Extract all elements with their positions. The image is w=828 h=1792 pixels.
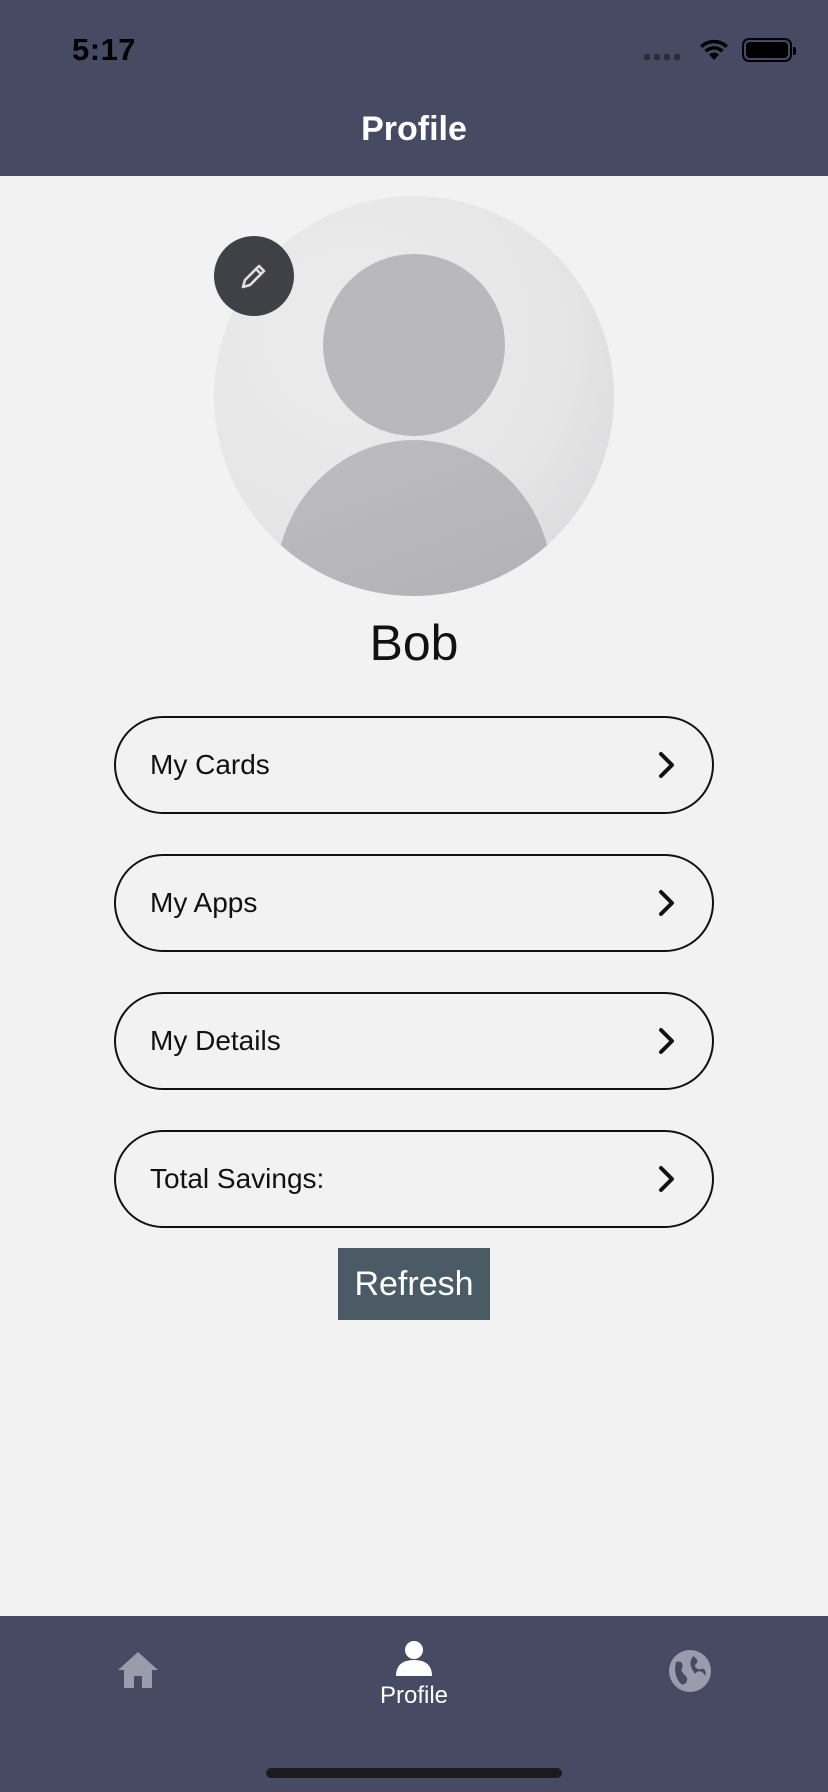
wifi-icon (700, 39, 728, 60)
status-icons (644, 36, 796, 64)
my-apps-button[interactable]: My Apps (114, 854, 714, 952)
avatar-body-shape (276, 440, 552, 596)
home-icon (118, 1652, 158, 1688)
pencil-icon (241, 264, 266, 289)
chevron-right-icon (659, 890, 674, 916)
menu-item-label: My Details (150, 1025, 281, 1056)
globe-icon (669, 1650, 711, 1692)
tab-globe[interactable] (590, 1616, 790, 1736)
my-details-button[interactable]: My Details (114, 992, 714, 1090)
header: 5:17 Profile (0, 0, 828, 176)
battery-icon (742, 38, 796, 62)
cellular-signal-icon (644, 40, 680, 60)
tab-profile-label: Profile (379, 1682, 449, 1709)
chevron-right-icon (659, 1166, 674, 1192)
chevron-right-icon (659, 1028, 674, 1054)
menu-item-label: My Cards (150, 749, 270, 780)
chevron-right-icon (659, 752, 674, 778)
tab-bar: Profile (0, 1616, 828, 1792)
refresh-button[interactable]: Refresh (338, 1248, 490, 1320)
menu-item-label: Total Savings: (150, 1163, 325, 1194)
page-title: Profile (361, 110, 467, 148)
person-icon (396, 1641, 432, 1676)
profile-name: Bob (369, 615, 459, 671)
home-indicator (266, 1768, 562, 1778)
edit-avatar-button[interactable] (214, 236, 294, 316)
my-cards-button[interactable]: My Cards (114, 716, 714, 814)
tab-profile[interactable]: Profile (314, 1616, 514, 1736)
status-time: 5:17 (72, 32, 137, 67)
avatar-head-shape (323, 254, 505, 436)
total-savings-button[interactable]: Total Savings: (114, 1130, 714, 1228)
tab-home[interactable] (38, 1616, 238, 1736)
menu-item-label: My Apps (150, 887, 258, 918)
